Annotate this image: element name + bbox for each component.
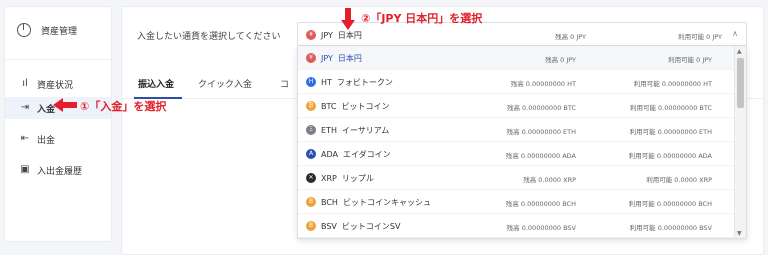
bsv-coin-icon: B — [306, 221, 316, 231]
currency-option-label: BCH ビットコインキャッシュ — [321, 198, 431, 207]
sidebar-item-label: 入出金履歴 — [37, 166, 83, 177]
ht-coin-icon: H — [306, 77, 316, 87]
currency-option-balance: 残高 0.00000000 ETH — [506, 128, 576, 136]
red-arrow-left-icon — [53, 98, 77, 112]
deposit-icon: ⇥ — [20, 102, 30, 113]
currency-option-jpy[interactable]: ¥ JPY 日本円 残高 0 JPY 利用可能 0 JPY — [298, 46, 736, 70]
dropdown-scrollbar[interactable]: ▲ ▼ — [734, 46, 746, 238]
selected-balance: 残高 0 JPY — [555, 33, 586, 41]
currency-option-btc[interactable]: ₿ BTC ビットコイン 残高 0.00000000 BTC 利用可能 0.000… — [298, 94, 736, 118]
eth-coin-icon: Ξ — [306, 125, 316, 135]
scroll-up-icon[interactable]: ▲ — [737, 48, 742, 55]
currency-option-balance: 残高 0.00000000 ADA — [505, 152, 576, 160]
annotation-step-2: ②「JPY 日本円」を選択 — [361, 12, 483, 25]
scrollbar-thumb[interactable] — [737, 58, 744, 108]
bch-coin-icon: B — [306, 197, 316, 207]
currency-option-label: ETH イーサリアム — [321, 126, 390, 135]
sidebar-header[interactable]: 資産管理 — [5, 7, 111, 53]
currency-option-available: 利用可能 0.00000000 ETH — [629, 128, 712, 136]
tab-quick-deposit[interactable]: クイック入金 — [198, 77, 252, 90]
asset-management-icon — [17, 23, 31, 37]
ada-coin-icon: A — [306, 149, 316, 159]
currency-option-available: 利用可能 0.00000000 ADA — [628, 152, 712, 160]
currency-option-balance: 残高 0.00000000 HT — [510, 80, 576, 88]
sidebar-item-label: 出金 — [37, 135, 56, 146]
currency-option-balance: 残高 0.00000000 BTC — [506, 104, 576, 112]
currency-option-available: 利用可能 0.00000000 HT — [633, 80, 712, 88]
currency-option-label: HT フォビトークン — [321, 78, 393, 87]
currency-option-available: 利用可能 0.0000 XRP — [646, 176, 712, 184]
currency-option-available: 利用可能 0 JPY — [668, 56, 712, 64]
red-arrow-down-icon — [341, 8, 355, 30]
currency-option-xrp[interactable]: ✕ XRP リップル 残高 0.0000 XRP 利用可能 0.0000 XRP — [298, 166, 736, 190]
currency-option-ht[interactable]: H HT フォビトークン 残高 0.00000000 HT 利用可能 0.0000… — [298, 70, 736, 94]
currency-option-bsv[interactable]: B BSV ビットコインSV 残高 0.00000000 BSV 利用可能 0.0… — [298, 214, 736, 238]
selected-currency: ¥ JPY 日本円 残高 0 JPY 利用可能 0 JPY ∧ — [298, 23, 746, 45]
scroll-down-icon[interactable]: ▼ — [737, 230, 742, 237]
currency-option-available: 利用可能 0.00000000 BSV — [629, 224, 712, 232]
history-icon: ▣ — [20, 164, 30, 175]
sidebar-header-label: 資産管理 — [41, 26, 78, 37]
bar-chart-icon: ıl — [22, 78, 28, 89]
sidebar-item-withdraw[interactable]: ⇤ 出金 — [5, 128, 111, 150]
sidebar: 資産管理 ıl 資産状況 ⇥ 入金 ⇤ 出金 ▣ 入出金履歴 — [4, 6, 112, 242]
currency-option-label: BTC ビットコイン — [321, 102, 390, 111]
currency-option-eth[interactable]: Ξ ETH イーサリアム 残高 0.00000000 ETH 利用可能 0.000… — [298, 118, 736, 142]
currency-option-balance: 残高 0.00000000 BCH — [505, 200, 576, 208]
withdraw-icon: ⇤ — [20, 133, 30, 144]
currency-option-ada[interactable]: A ADA エイダコイン 残高 0.00000000 ADA 利用可能 0.000… — [298, 142, 736, 166]
jpy-coin-icon: ¥ — [306, 53, 316, 63]
selected-available: 利用可能 0 JPY — [678, 33, 722, 41]
chevron-up-icon[interactable]: ∧ — [732, 29, 738, 38]
tab-more[interactable]: コ — [280, 77, 289, 90]
currency-option-label: JPY 日本円 — [321, 54, 362, 63]
currency-dropdown: ¥ JPY 日本円 残高 0 JPY 利用可能 0 JPY H HT フォビトークン… — [297, 46, 747, 239]
btc-coin-icon: ₿ — [306, 101, 316, 111]
sidebar-divider — [5, 59, 111, 60]
sidebar-item-asset-status[interactable]: ıl 資産状況 — [5, 73, 111, 95]
currency-option-available: 利用可能 0.00000000 BCH — [628, 200, 712, 208]
sidebar-item-history[interactable]: ▣ 入出金履歴 — [5, 159, 111, 181]
selected-currency-label: JPY 日本円 — [321, 31, 362, 40]
tab-bank-transfer[interactable]: 振込入金 — [138, 77, 174, 90]
annotation-step-1: ①「入金」を選択 — [80, 100, 167, 113]
currency-option-available: 利用可能 0.00000000 BTC — [629, 104, 712, 112]
currency-option-balance: 残高 0.00000000 BSV — [506, 224, 576, 232]
currency-option-label: BSV ビットコインSV — [321, 222, 401, 231]
currency-option-balance: 残高 0.0000 XRP — [523, 176, 576, 184]
currency-prompt: 入金したい通貨を選択してください — [137, 32, 281, 42]
currency-option-label: ADA エイダコイン — [321, 150, 391, 159]
sidebar-item-label: 資産状況 — [37, 80, 74, 91]
currency-option-bch[interactable]: B BCH ビットコインキャッシュ 残高 0.00000000 BCH 利用可能 … — [298, 190, 736, 214]
currency-option-label: XRP リップル — [321, 174, 374, 183]
xrp-coin-icon: ✕ — [306, 173, 316, 183]
currency-option-balance: 残高 0 JPY — [545, 56, 576, 64]
jpy-coin-icon: ¥ — [306, 30, 316, 40]
